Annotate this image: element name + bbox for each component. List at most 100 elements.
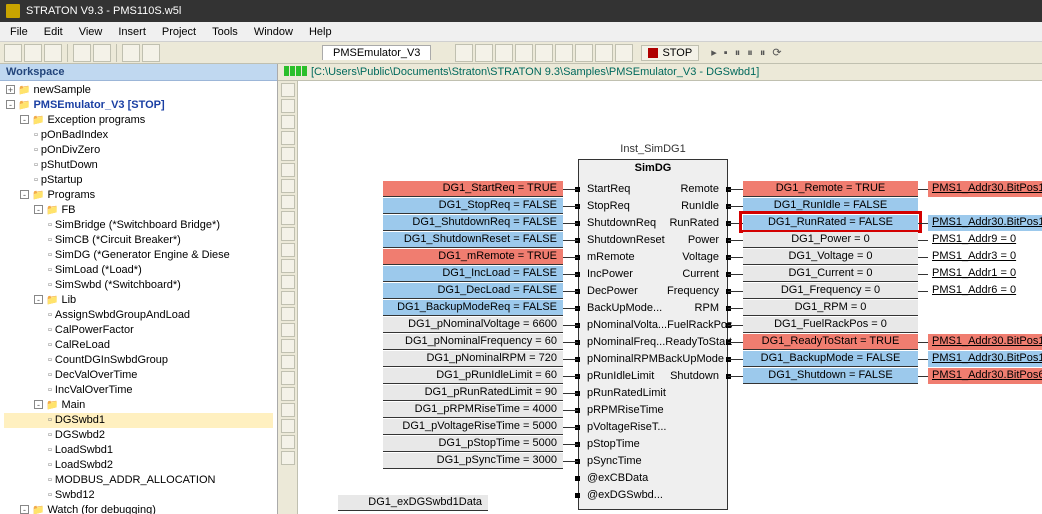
tree-node[interactable]: -FB: [4, 203, 273, 218]
tree-node[interactable]: SimSwbd (*Switchboard*): [4, 278, 273, 293]
input-value-box[interactable]: DG1_pRunRatedLimit = 90: [383, 385, 563, 401]
input-value-box[interactable]: DG1_IncLoad = FALSE: [383, 266, 563, 282]
toolbar-button[interactable]: [122, 44, 140, 62]
tree-node[interactable]: IncValOverTime: [4, 383, 273, 398]
tree-node[interactable]: LoadSwbd2: [4, 458, 273, 473]
tree-toggle-icon[interactable]: -: [20, 505, 29, 514]
tree-toggle-icon[interactable]: -: [6, 100, 15, 109]
address-link[interactable]: PMS1_Addr30.BitPos14...: [928, 351, 1042, 367]
address-link[interactable]: PMS1_Addr30.BitPos11...: [928, 215, 1042, 231]
input-value-box[interactable]: DG1_pRunIdleLimit = 60: [383, 368, 563, 384]
tree-node[interactable]: -Exception programs: [4, 113, 273, 128]
tree-node[interactable]: -Lib: [4, 293, 273, 308]
address-link[interactable]: PMS1_Addr1 = 0: [928, 266, 1020, 282]
address-link[interactable]: PMS1_Addr30.BitPos6 =: [928, 368, 1042, 384]
menu-window[interactable]: Window: [248, 24, 299, 40]
tree-node[interactable]: DGSwbd1: [4, 413, 273, 428]
input-value-box[interactable]: DG1_BackupModeReq = FALSE: [383, 300, 563, 316]
tree-toggle-icon[interactable]: +: [6, 85, 15, 94]
tree-node[interactable]: MODBUS_ADDR_ALLOCATION: [4, 473, 273, 488]
tree-toggle-icon[interactable]: -: [20, 190, 29, 199]
input-value-box[interactable]: DG1_StartReq = TRUE: [383, 181, 563, 197]
menu-insert[interactable]: Insert: [112, 24, 152, 40]
output-value-box[interactable]: DG1_BackupMode = FALSE: [743, 351, 918, 367]
tree-node[interactable]: SimBridge (*Switchboard Bridge*): [4, 218, 273, 233]
input-value-box[interactable]: DG1_ShutdownReq = FALSE: [383, 215, 563, 231]
tree-node[interactable]: DecValOverTime: [4, 368, 273, 383]
editor-tab[interactable]: PMSEmulator_V3: [322, 45, 431, 60]
tree-node[interactable]: CalPowerFactor: [4, 323, 273, 338]
toolbar-button[interactable]: [142, 44, 160, 62]
tree-node[interactable]: pOnDivZero: [4, 143, 273, 158]
output-value-box[interactable]: DG1_Power = 0: [743, 232, 918, 248]
input-value-box[interactable]: DG1_pVoltageRiseTime = 5000: [383, 419, 563, 435]
tree-node[interactable]: -Watch (for debugging): [4, 503, 273, 514]
menu-view[interactable]: View: [73, 24, 109, 40]
output-value-box[interactable]: DG1_Remote = TRUE: [743, 181, 918, 197]
project-tree[interactable]: +newSample-PMSEmulator_V3 [STOP]-Excepti…: [0, 81, 277, 514]
toolbar-button[interactable]: [475, 44, 493, 62]
toolbar-button[interactable]: [615, 44, 633, 62]
input-value-box[interactable]: DG1_pStopTime = 5000: [383, 436, 563, 452]
tree-node[interactable]: Swbd12: [4, 488, 273, 503]
address-link[interactable]: PMS1_Addr6 = 0: [928, 283, 1020, 299]
menu-edit[interactable]: Edit: [38, 24, 69, 40]
tree-node[interactable]: SimCB (*Circuit Breaker*): [4, 233, 273, 248]
input-value-box[interactable]: DG1_exDGSwbd1Data: [338, 495, 488, 511]
toolbar-button[interactable]: [555, 44, 573, 62]
output-value-box[interactable]: DG1_Current = 0: [743, 266, 918, 282]
toolbar-button[interactable]: [4, 44, 22, 62]
menu-help[interactable]: Help: [303, 24, 338, 40]
menu-file[interactable]: File: [4, 24, 34, 40]
output-value-box[interactable]: DG1_RPM = 0: [743, 300, 918, 316]
menu-project[interactable]: Project: [156, 24, 202, 40]
tree-node[interactable]: pStartup: [4, 173, 273, 188]
toolbar-button[interactable]: [73, 44, 91, 62]
output-value-box[interactable]: DG1_RunIdle = FALSE: [743, 198, 918, 214]
tree-node[interactable]: AssignSwbdGroupAndLoad: [4, 308, 273, 323]
toolbar-button[interactable]: [44, 44, 62, 62]
toolbar-button[interactable]: [93, 44, 111, 62]
toolbar-button[interactable]: [455, 44, 473, 62]
tree-toggle-icon[interactable]: -: [34, 295, 43, 304]
menu-tools[interactable]: Tools: [206, 24, 244, 40]
toolbar-button[interactable]: [515, 44, 533, 62]
toolbar-button[interactable]: [595, 44, 613, 62]
tree-node[interactable]: -Main: [4, 398, 273, 413]
tree-node[interactable]: pShutDown: [4, 158, 273, 173]
tree-toggle-icon[interactable]: -: [34, 205, 43, 214]
input-value-box[interactable]: DG1_pRPMRiseTime = 4000: [383, 402, 563, 418]
address-link[interactable]: PMS1_Addr30.BitPos12...: [928, 334, 1042, 350]
tree-node[interactable]: +newSample: [4, 83, 273, 98]
input-value-box[interactable]: DG1_pSyncTime = 3000: [383, 453, 563, 469]
input-value-box[interactable]: DG1_mRemote = TRUE: [383, 249, 563, 265]
tree-node[interactable]: CalReLoad: [4, 338, 273, 353]
input-value-box[interactable]: DG1_StopReq = FALSE: [383, 198, 563, 214]
function-block[interactable]: Inst_SimDG1SimDGStartReqRemoteStopReqRun…: [578, 159, 728, 510]
tree-node[interactable]: -Programs: [4, 188, 273, 203]
address-link[interactable]: PMS1_Addr30.BitPos13...: [928, 181, 1042, 197]
toolbar-button[interactable]: [535, 44, 553, 62]
tree-node[interactable]: CountDGInSwbdGroup: [4, 353, 273, 368]
playback-icons[interactable]: ▸ ▪ ⏸ ⏸ ⏸ ⟳: [711, 46, 783, 60]
tree-node[interactable]: pOnBadIndex: [4, 128, 273, 143]
input-value-box[interactable]: DG1_pNominalFrequency = 60: [383, 334, 563, 350]
tree-node[interactable]: SimLoad (*Load*): [4, 263, 273, 278]
address-link[interactable]: PMS1_Addr9 = 0: [928, 232, 1020, 248]
output-value-box[interactable]: DG1_Shutdown = FALSE: [743, 368, 918, 384]
address-link[interactable]: PMS1_Addr3 = 0: [928, 249, 1020, 265]
fbd-canvas[interactable]: Inst_SimDG1SimDGStartReqRemoteStopReqRun…: [278, 81, 1042, 514]
tree-node[interactable]: SimDG (*Generator Engine & Diese: [4, 248, 273, 263]
tree-node[interactable]: LoadSwbd1: [4, 443, 273, 458]
output-value-box[interactable]: DG1_Voltage = 0: [743, 249, 918, 265]
toolbar-button[interactable]: [495, 44, 513, 62]
input-value-box[interactable]: DG1_pNominalRPM = 720: [383, 351, 563, 367]
input-value-box[interactable]: DG1_pNominalVoltage = 6600: [383, 317, 563, 333]
stop-button[interactable]: STOP: [641, 45, 699, 61]
output-value-box[interactable]: DG1_RunRated = FALSE: [743, 215, 918, 231]
output-value-box[interactable]: DG1_Frequency = 0: [743, 283, 918, 299]
output-value-box[interactable]: DG1_ReadyToStart = TRUE: [743, 334, 918, 350]
tree-node[interactable]: -PMSEmulator_V3 [STOP]: [4, 98, 273, 113]
tree-toggle-icon[interactable]: -: [34, 400, 43, 409]
toolbar-button[interactable]: [575, 44, 593, 62]
